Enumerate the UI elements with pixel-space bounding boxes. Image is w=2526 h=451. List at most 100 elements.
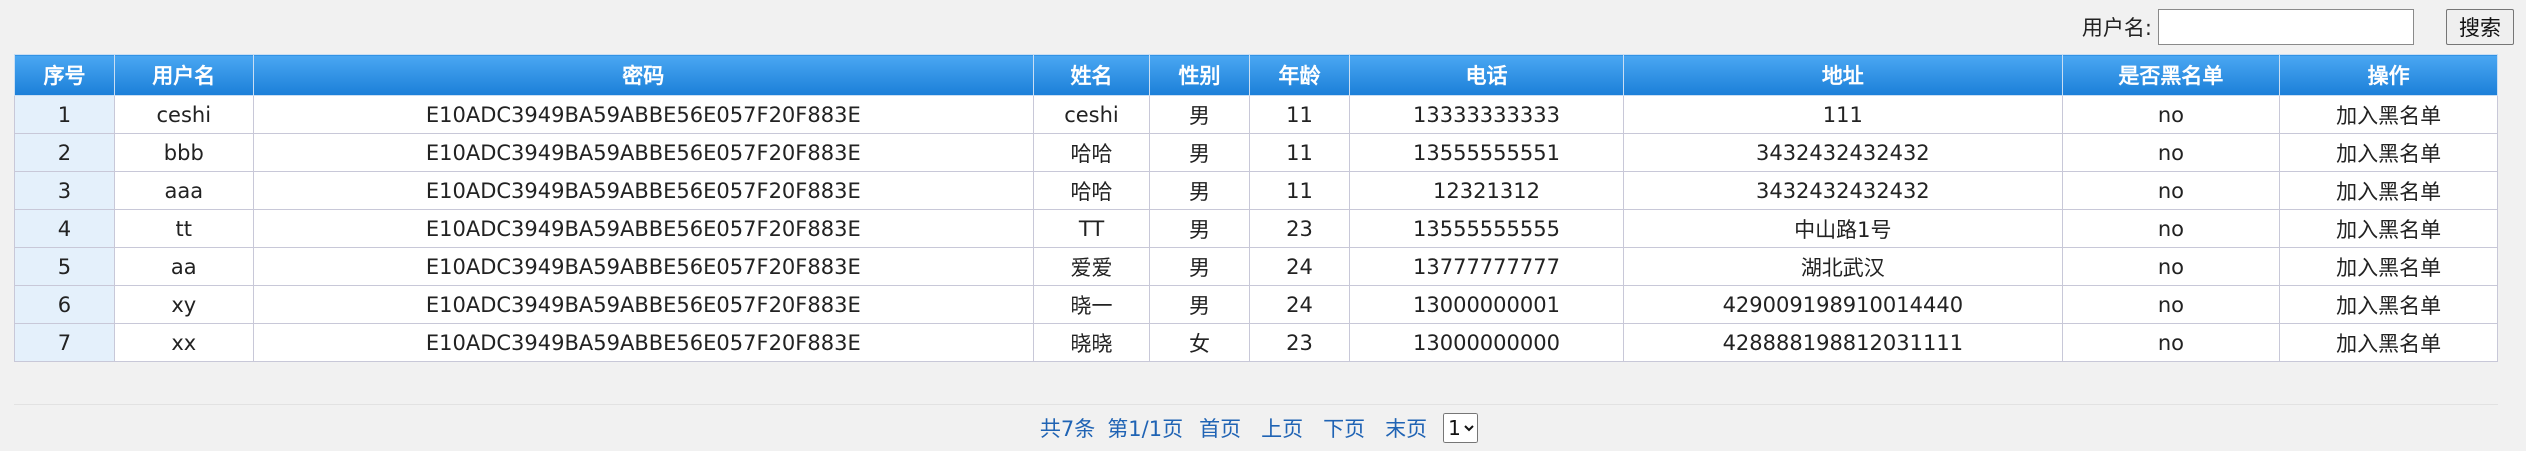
cell-phone: 13777777777 xyxy=(1348,247,1625,286)
cell-age: 24 xyxy=(1249,247,1350,286)
column-header-action: 操作 xyxy=(2279,54,2498,96)
table-header-row: 序号 用户名 密码 姓名 性别 年龄 电话 地址 是否黑名单 操作 xyxy=(14,54,2498,96)
cell-password: E10ADC3949BA59ABBE56E057F20F883E xyxy=(252,95,1034,134)
last-page-link[interactable]: 末页 xyxy=(1385,413,1427,443)
cell-index: 2 xyxy=(14,133,115,172)
table-row: 1 ceshi E10ADC3949BA59ABBE56E057F20F883E ce… xyxy=(14,95,2498,134)
cell-name: 哈哈 xyxy=(1032,133,1151,172)
cell-name: TT xyxy=(1032,209,1151,248)
cell-gender: 男 xyxy=(1149,285,1250,324)
pagination: 共7条 第1/1页 首页 上页 下页 末页 1 xyxy=(14,404,2498,451)
table-row: 2 bbb E10ADC3949BA59ABBE56E057F20F883E 哈哈男 1… xyxy=(14,133,2498,172)
cell-username: ceshi xyxy=(113,95,254,134)
cell-gender: 男 xyxy=(1149,95,1250,134)
search-bar: 用户名: 搜索 xyxy=(2082,8,2514,46)
column-header-phone: 电话 xyxy=(1348,54,1625,96)
cell-address: 111 xyxy=(1623,95,2063,134)
cell-index: 6 xyxy=(14,285,115,324)
table-row: 3 aaa E10ADC3949BA59ABBE56E057F20F883E 哈哈男 1… xyxy=(14,171,2498,210)
cell-gender: 女 xyxy=(1149,323,1250,362)
cell-blacklist: no xyxy=(2061,285,2281,324)
username-search-label: 用户名: xyxy=(2081,16,2152,40)
table-row: 7 xx E10ADC3949BA59ABBE56E057F20F883E 晓晓女 23… xyxy=(14,323,2498,362)
cell-blacklist: no xyxy=(2061,247,2281,286)
add-to-blacklist-link[interactable]: 加入黑名单 xyxy=(2279,209,2498,248)
cell-username: aaa xyxy=(113,171,254,210)
cell-phone: 13555555555 xyxy=(1348,209,1625,248)
next-page-link[interactable]: 下页 xyxy=(1323,413,1365,443)
cell-gender: 男 xyxy=(1149,171,1250,210)
add-to-blacklist-link[interactable]: 加入黑名单 xyxy=(2279,285,2498,324)
cell-address: 湖北武汉 xyxy=(1623,247,2063,286)
prev-page-link[interactable]: 上页 xyxy=(1261,413,1303,443)
cell-address: 429009198910014440 xyxy=(1623,285,2063,324)
cell-password: E10ADC3949BA59ABBE56E057F20F883E xyxy=(252,171,1034,210)
first-page-link[interactable]: 首页 xyxy=(1199,413,1241,443)
table-row: 4 tt E10ADC3949BA59ABBE56E057F20F883E TT 男 23… xyxy=(14,209,2498,248)
add-to-blacklist-link[interactable]: 加入黑名单 xyxy=(2279,95,2498,134)
cell-address: 428888198812031111 xyxy=(1623,323,2063,362)
cell-age: 11 xyxy=(1249,133,1350,172)
username-search-input[interactable] xyxy=(2158,9,2414,45)
table-body: 1 ceshi E10ADC3949BA59ABBE56E057F20F883E ce… xyxy=(14,95,2498,362)
total-count: 共7条 xyxy=(1039,417,1096,441)
cell-address: 3432432432432 xyxy=(1623,171,2063,210)
column-header-blacklist: 是否黑名单 xyxy=(2061,54,2281,96)
cell-blacklist: no xyxy=(2061,95,2281,134)
cell-blacklist: no xyxy=(2061,209,2281,248)
column-header-address: 地址 xyxy=(1623,54,2063,96)
cell-password: E10ADC3949BA59ABBE56E057F20F883E xyxy=(252,323,1034,362)
cell-username: bbb xyxy=(113,133,254,172)
add-to-blacklist-link[interactable]: 加入黑名单 xyxy=(2279,323,2498,362)
table-row: 6 xy E10ADC3949BA59ABBE56E057F20F883E 晓一男 24… xyxy=(14,285,2498,324)
cell-index: 4 xyxy=(14,209,115,248)
cell-gender: 男 xyxy=(1149,209,1250,248)
column-header-gender: 性别 xyxy=(1149,54,1250,96)
cell-name: ceshi xyxy=(1032,95,1151,134)
cell-name: 晓晓 xyxy=(1032,323,1151,362)
cell-username: xx xyxy=(113,323,254,362)
cell-gender: 男 xyxy=(1149,133,1250,172)
column-header-index: 序号 xyxy=(14,54,115,96)
cell-age: 24 xyxy=(1249,285,1350,324)
page-select[interactable]: 1 xyxy=(1443,413,1479,443)
cell-blacklist: no xyxy=(2061,171,2281,210)
cell-age: 11 xyxy=(1249,171,1350,210)
cell-index: 7 xyxy=(14,323,115,362)
cell-phone: 13333333333 xyxy=(1348,95,1625,134)
cell-username: tt xyxy=(113,209,254,248)
cell-age: 11 xyxy=(1249,95,1350,134)
add-to-blacklist-link[interactable]: 加入黑名单 xyxy=(2279,247,2498,286)
add-to-blacklist-link[interactable]: 加入黑名单 xyxy=(2279,171,2498,210)
cell-address: 3432432432432 xyxy=(1623,133,2063,172)
cell-password: E10ADC3949BA59ABBE56E057F20F883E xyxy=(252,285,1034,324)
cell-age: 23 xyxy=(1249,323,1350,362)
table-row: 5 aa E10ADC3949BA59ABBE56E057F20F883E 爱爱男 24… xyxy=(14,247,2498,286)
cell-address: 中山路1号 xyxy=(1623,209,2063,248)
cell-blacklist: no xyxy=(2061,133,2281,172)
add-to-blacklist-link[interactable]: 加入黑名单 xyxy=(2279,133,2498,172)
cell-phone: 13555555551 xyxy=(1348,133,1625,172)
cell-phone: 12321312 xyxy=(1348,171,1625,210)
cell-index: 1 xyxy=(14,95,115,134)
column-header-age: 年龄 xyxy=(1249,54,1350,96)
cell-index: 3 xyxy=(14,171,115,210)
column-header-username: 用户名 xyxy=(113,54,254,96)
cell-phone: 13000000001 xyxy=(1348,285,1625,324)
cell-username: aa xyxy=(113,247,254,286)
column-header-password: 密码 xyxy=(252,54,1034,96)
cell-username: xy xyxy=(113,285,254,324)
cell-password: E10ADC3949BA59ABBE56E057F20F883E xyxy=(252,209,1034,248)
cell-password: E10ADC3949BA59ABBE56E057F20F883E xyxy=(252,133,1034,172)
user-table: 序号 用户名 密码 姓名 性别 年龄 电话 地址 是否黑名单 操作 1 ceshi E10ADC394… xyxy=(14,54,2498,362)
page-info: 第1/1页 xyxy=(1107,417,1184,441)
cell-phone: 13000000000 xyxy=(1348,323,1625,362)
column-header-name: 姓名 xyxy=(1032,54,1151,96)
search-button[interactable]: 搜索 xyxy=(2446,9,2514,45)
cell-name: 爱爱 xyxy=(1032,247,1151,286)
cell-password: E10ADC3949BA59ABBE56E057F20F883E xyxy=(252,247,1034,286)
cell-name: 哈哈 xyxy=(1032,171,1151,210)
cell-index: 5 xyxy=(14,247,115,286)
cell-age: 23 xyxy=(1249,209,1350,248)
cell-name: 晓一 xyxy=(1032,285,1151,324)
